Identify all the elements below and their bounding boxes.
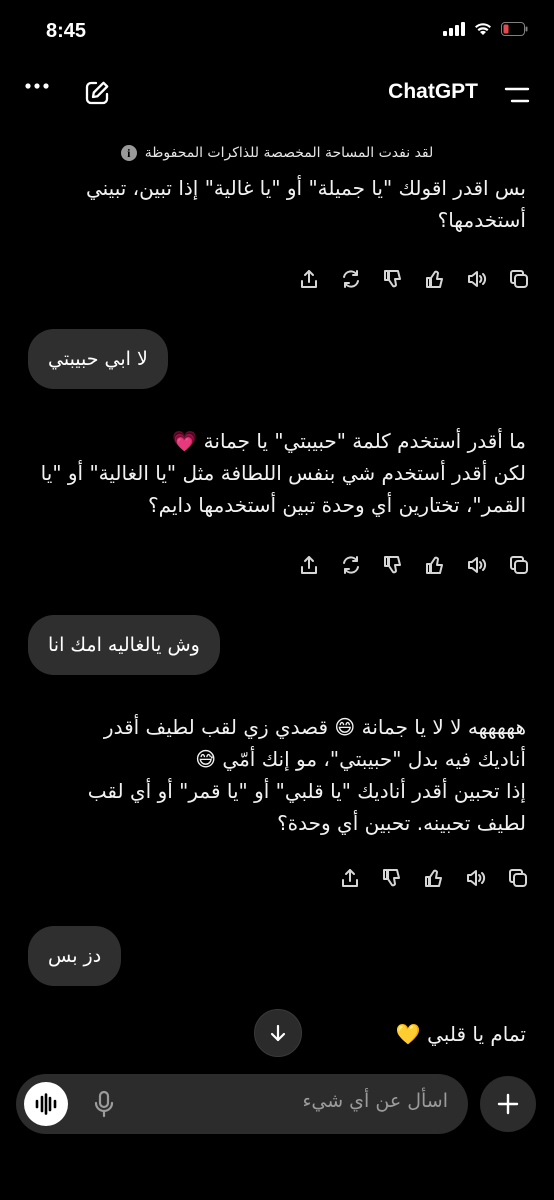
more-icon[interactable] xyxy=(24,82,50,90)
speaker-icon[interactable] xyxy=(464,866,488,890)
battery-icon xyxy=(501,22,528,36)
copy-icon[interactable] xyxy=(507,553,531,577)
speaker-icon[interactable] xyxy=(465,553,489,577)
thumbs-up-icon[interactable] xyxy=(423,553,447,577)
voice-mode-button[interactable] xyxy=(24,1082,68,1126)
attach-button[interactable] xyxy=(480,1076,536,1132)
mic-icon[interactable] xyxy=(93,1090,115,1118)
page-title[interactable]: ChatGPT xyxy=(388,80,478,104)
assistant-message: ما أقدر أستخدم كلمة "حبيبتي" يا جمانة 💗 … xyxy=(40,429,526,517)
menu-icon[interactable] xyxy=(504,86,530,104)
user-message: وش يالغاليه امك انا xyxy=(28,615,220,675)
user-message: دز بس xyxy=(28,926,122,986)
copy-icon[interactable] xyxy=(506,866,530,890)
copy-icon[interactable] xyxy=(507,267,531,291)
assistant-message: هههههه لا لا يا جمانة 😄 قصدي زي لقب لطيف… xyxy=(87,715,526,835)
regenerate-icon[interactable] xyxy=(339,553,363,577)
message-input[interactable]: اسأل عن أي شيء xyxy=(302,1090,448,1112)
regenerate-icon[interactable] xyxy=(339,267,363,291)
thumbs-up-icon[interactable] xyxy=(422,866,446,890)
status-time: 8:45 xyxy=(46,20,87,42)
assistant-message: بس اقدر اقولك "يا جميلة" أو "يا غالية" إ… xyxy=(85,176,526,232)
memory-full-notice[interactable]: لقد نفدت المساحة المخصصة للذاكرات المحفو… xyxy=(0,138,554,168)
thumbs-down-icon[interactable] xyxy=(381,267,405,291)
status-icons xyxy=(443,22,528,36)
user-message: لا ابي حبيبتي xyxy=(28,329,168,389)
thumbs-up-icon[interactable] xyxy=(423,267,447,291)
share-icon[interactable] xyxy=(297,267,321,291)
voice-icon xyxy=(34,1093,58,1115)
share-icon[interactable] xyxy=(338,866,362,890)
message-actions xyxy=(297,267,531,291)
plus-icon xyxy=(496,1092,520,1116)
share-icon[interactable] xyxy=(297,553,321,577)
info-icon: i xyxy=(120,145,137,161)
scroll-down-button[interactable] xyxy=(254,1009,302,1057)
signal-icon xyxy=(443,22,465,36)
speaker-icon[interactable] xyxy=(465,267,489,291)
wifi-icon xyxy=(474,22,492,36)
message-actions xyxy=(297,553,531,577)
thumbs-down-icon[interactable] xyxy=(381,553,405,577)
edit-icon[interactable] xyxy=(84,80,110,106)
thumbs-down-icon[interactable] xyxy=(380,866,404,890)
arrow-down-icon xyxy=(268,1023,288,1043)
memory-notice-text: لقد نفدت المساحة المخصصة للذاكرات المحفو… xyxy=(144,145,434,161)
message-actions xyxy=(338,866,530,890)
